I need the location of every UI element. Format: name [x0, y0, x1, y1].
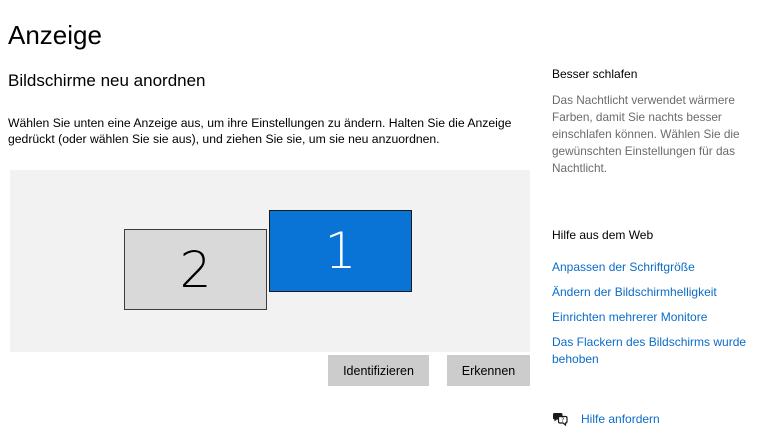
monitor-2[interactable]: 2 [124, 229, 267, 310]
svg-text:?: ? [561, 417, 564, 424]
sleep-text: Das Nachtlicht verwendet wärmere Farben,… [552, 93, 740, 175]
page-title: Anzeige [8, 20, 102, 50]
identify-button[interactable]: Identifizieren [328, 355, 429, 386]
arrange-heading: Bildschirme neu anordnen [8, 71, 206, 90]
get-help-label: Hilfe anfordern [581, 412, 660, 426]
arrange-instruction: Wählen Sie unten eine Anzeige aus, um ih… [8, 116, 512, 146]
monitor-2-number: 2 [179, 240, 212, 299]
monitor-1[interactable]: 1 [269, 210, 412, 292]
detect-button[interactable]: Erkennen [447, 355, 530, 386]
link-brightness[interactable]: Ändern der Bildschirmhelligkeit [552, 284, 764, 301]
monitor-arrangement-area[interactable]: 2 1 [10, 170, 530, 352]
monitor-1-number: 1 [324, 222, 357, 280]
chat-help-icon: ? [552, 412, 568, 427]
get-help-link[interactable]: ? Hilfe anfordern [552, 412, 660, 427]
link-screen-flicker[interactable]: Das Flackern des Bildschirms wurde behob… [552, 334, 764, 368]
link-font-size[interactable]: Anpassen der Schriftgröße [552, 259, 764, 276]
link-multiple-monitors[interactable]: Einrichten mehrerer Monitore [552, 309, 764, 326]
web-help-heading: Hilfe aus dem Web [552, 228, 654, 242]
sleep-heading: Besser schlafen [552, 67, 638, 81]
